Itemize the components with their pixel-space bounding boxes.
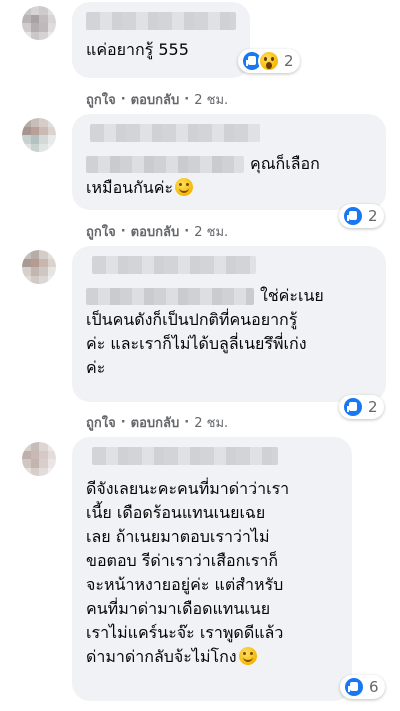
separator: · [184, 224, 190, 239]
reaction-summary[interactable]: 2 [238, 49, 300, 73]
comment-actions: ถูกใจ · ตอบกลับ · 2 ชม. [86, 412, 228, 433]
reply-link[interactable]: ตอบกลับ [131, 221, 180, 242]
mention-blurred[interactable] [86, 288, 254, 305]
comment-actions: ถูกใจ · ตอบกลับ · 2 ชม. [86, 221, 228, 242]
comment-text-line: ใช่ค่ะเนย [86, 284, 372, 308]
reaction-count: 2 [368, 207, 378, 225]
comment-bubble: แค่อยากรู้ 555 [72, 2, 250, 78]
reply-link[interactable]: ตอบกลับ [131, 89, 180, 110]
comment-text-line: ด่ามาด่ากลับจ้ะไม่โกง [86, 645, 338, 669]
reaction-count: 2 [368, 398, 378, 416]
comment-text-line: เนี้ย เดือดร้อนแทนเนยเฉย [86, 503, 266, 522]
like-link[interactable]: ถูกใจ [86, 221, 116, 242]
comment-text-line: คนที่มาด่ามาเดือดแทนเนย [86, 599, 271, 618]
comment-text-line: คุณก็เลือก [86, 152, 372, 176]
comment-text-line: ดีจังเลยนะคะคนที่มาด่าว่าเรา [86, 479, 290, 498]
smiling-face-emoji [238, 647, 257, 665]
commenter-name-blurred[interactable] [92, 256, 256, 274]
comment-text-line: ค่ะ [86, 358, 106, 377]
wow-icon [258, 50, 280, 72]
like-link[interactable]: ถูกใจ [86, 412, 116, 433]
reaction-summary[interactable]: 2 [339, 204, 384, 228]
avatar[interactable] [22, 442, 56, 476]
timestamp-link[interactable]: 2 ชม. [194, 412, 228, 433]
comment-text-line: เป็นคนดังก็เป็นปกติที่คนอยากรู้ [86, 310, 298, 329]
like-link[interactable]: ถูกใจ [86, 89, 116, 110]
reaction-count: 6 [369, 678, 379, 696]
like-icon [342, 205, 364, 227]
avatar[interactable] [22, 118, 56, 152]
comment-text-line: แค่อยากรู้ 555 [86, 40, 189, 59]
reply-link[interactable]: ตอบกลับ [131, 412, 180, 433]
separator: · [184, 415, 190, 430]
like-icon [343, 676, 365, 698]
comment-actions: ถูกใจ · ตอบกลับ · 2 ชม. [86, 89, 228, 110]
comment-text-line: เหมือนกันค่ะ [86, 176, 372, 200]
avatar[interactable] [22, 6, 56, 40]
separator: · [120, 224, 126, 239]
comment-bubble: ใช่ค่ะเนย เป็นคนดังก็เป็นปกติที่คนอยากรู… [72, 246, 386, 402]
smiling-face-emoji [175, 178, 194, 196]
avatar[interactable] [22, 250, 56, 284]
comment-text-line: จะหน้าหงายอยู่ค่ะ แต่สำหรับ [86, 575, 284, 594]
comment-bubble: คุณก็เลือก เหมือนกันค่ะ [72, 114, 386, 210]
comment-text-line: ขอตอบ รีด่าเราว่าเสือกเราก็ [86, 551, 279, 570]
timestamp-link[interactable]: 2 ชม. [194, 89, 228, 110]
commenter-name-blurred[interactable] [86, 12, 236, 30]
like-icon [342, 396, 364, 418]
reaction-summary[interactable]: 2 [339, 395, 384, 419]
mention-blurred[interactable] [86, 156, 244, 173]
reaction-summary[interactable]: 6 [340, 675, 385, 699]
reaction-count: 2 [284, 52, 294, 70]
timestamp-link[interactable]: 2 ชม. [194, 221, 228, 242]
commenter-name-blurred[interactable] [90, 124, 260, 142]
comment-text-line: ค่ะ และเราก็ไม่ได้บลูลี่เนยรึพี่เก่ง [86, 334, 307, 353]
comment-bubble: ดีจังเลยนะคะคนที่มาด่าว่าเรา เนี้ย เดือด… [72, 437, 352, 701]
separator: · [184, 92, 190, 107]
separator: · [120, 415, 126, 430]
commenter-name-blurred[interactable] [92, 447, 278, 465]
comment-text-line: เลย ถ้าเนยมาตอบเราว่าไม่ [86, 527, 270, 546]
separator: · [120, 92, 126, 107]
comment-text-line: เราไม่แคร์นะจ๊ะ เราพูดดีแล้ว [86, 623, 284, 642]
